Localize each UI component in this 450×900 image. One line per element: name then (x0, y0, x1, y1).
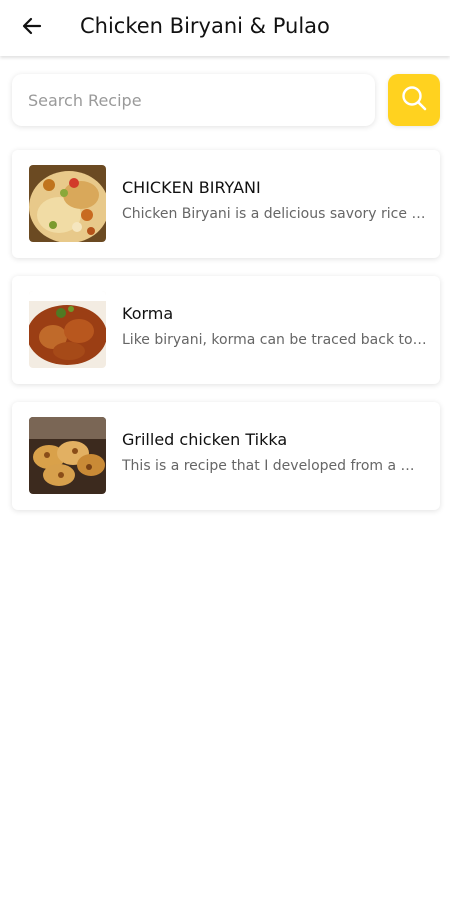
page-title: Chicken Biryani & Pulao (80, 14, 330, 38)
recipe-name: Grilled chicken Tikka (122, 430, 288, 449)
search-box (12, 74, 375, 126)
recipe-name: Korma (122, 304, 174, 323)
recipe-card-korma[interactable]: Korma Like biryani, korma can be traced … (12, 276, 440, 384)
recipe-description: Chicken Biryani is a delicious savory ri… (122, 206, 427, 222)
recipe-thumbnail-korma (29, 291, 106, 368)
recipe-card-grilled-chicken-tikka[interactable]: Grilled chicken Tikka This is a recipe t… (12, 402, 440, 510)
recipe-card-chicken-biryani[interactable]: CHICKEN BIRYANI Chicken Biryani is a del… (12, 150, 440, 258)
search-row (0, 74, 450, 130)
recipe-list: CHICKEN BIRYANI Chicken Biryani is a del… (12, 150, 440, 528)
recipe-thumbnail-biryani (29, 165, 106, 242)
recipe-name: CHICKEN BIRYANI (122, 178, 261, 197)
recipe-description: This is a recipe that I developed from a… (122, 458, 427, 474)
search-button[interactable] (388, 74, 440, 126)
app-bar: Chicken Biryani & Pulao (0, 0, 450, 56)
search-input[interactable] (12, 74, 375, 126)
recipe-thumbnail-tikka (29, 417, 106, 494)
recipe-description: Like biryani, korma can be traced back t… (122, 332, 427, 348)
back-button[interactable] (12, 8, 52, 48)
arrow-left-icon (20, 14, 44, 42)
search-icon (400, 84, 428, 116)
